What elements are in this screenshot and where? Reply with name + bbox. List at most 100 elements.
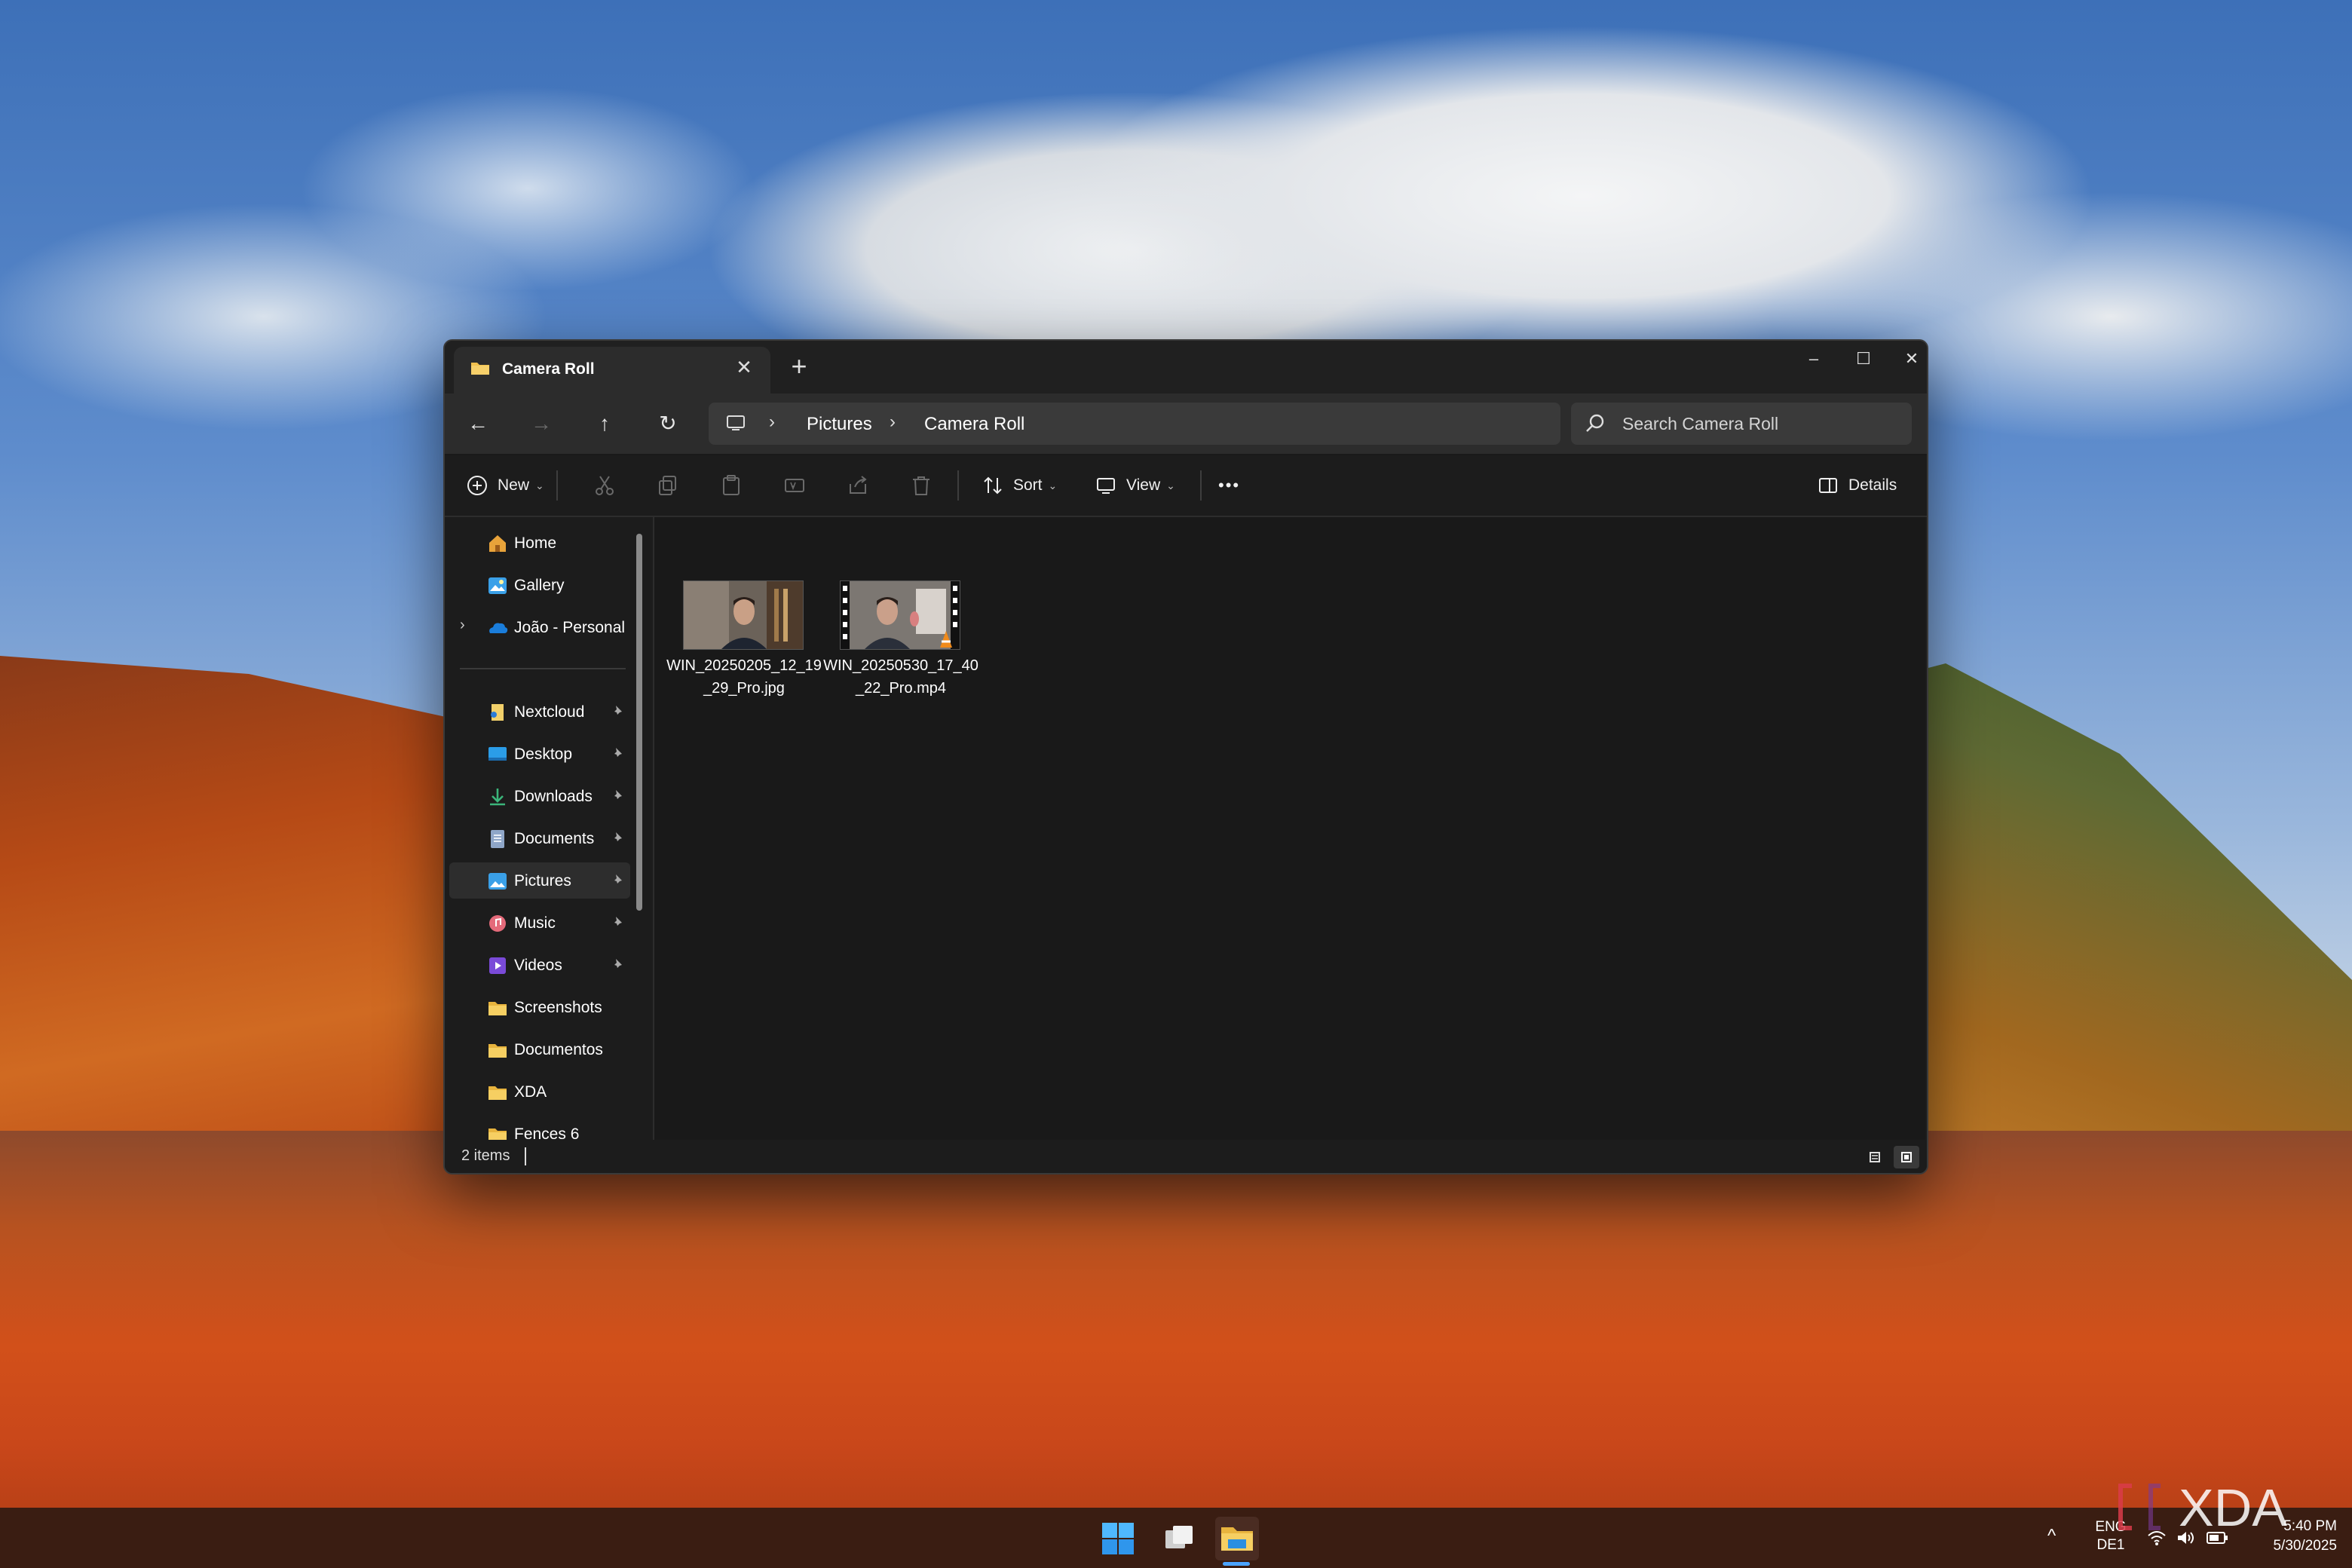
sidebar-item-documents[interactable]: Documents [449, 820, 630, 856]
watermark-text: XDA [2179, 1478, 2287, 1537]
sidebar-item-documentos[interactable]: Documentos [449, 1031, 630, 1067]
sidebar-item-fences[interactable]: Fences 6 [449, 1116, 630, 1140]
sidebar-item-music[interactable]: Music [449, 905, 630, 941]
details-button[interactable]: Details [1817, 469, 1897, 502]
sidebar-item-screenshots[interactable]: Screenshots [449, 989, 630, 1025]
command-bar: New ⌄ Sort ⌄ View ⌄ ••• Details [445, 455, 1927, 517]
up-button[interactable]: ↑ [588, 407, 621, 440]
sidebar-item-label: Downloads [514, 788, 593, 805]
sidebar-item-videos[interactable]: Videos [449, 947, 630, 983]
tab-title: Camera Roll [502, 360, 595, 378]
title-bar[interactable]: Camera Roll ✕ + – ☐ ✕ [445, 341, 1927, 394]
sidebar-item-label: Videos [514, 957, 562, 974]
chevron-right-icon[interactable]: › [460, 617, 465, 634]
sort-button[interactable]: Sort ⌄ [982, 469, 1057, 502]
cut-icon[interactable] [593, 473, 617, 498]
item-count: 2 items [461, 1147, 510, 1164]
sidebar-item-nextcloud[interactable]: Nextcloud [449, 694, 630, 730]
forward-button[interactable]: → [525, 407, 558, 440]
image-thumbnail [683, 580, 804, 650]
file-explorer-taskbar-icon[interactable] [1215, 1517, 1259, 1560]
folder-icon [471, 363, 489, 375]
this-pc-icon [727, 415, 745, 430]
file-name: WIN_20250530_17_40_22_Pro.mp4 [823, 657, 978, 697]
home-icon [489, 535, 506, 552]
sidebar-item-label: Pictures [514, 872, 571, 890]
sidebar-scrollbar[interactable] [636, 534, 642, 911]
sidebar-item-desktop[interactable]: Desktop [449, 736, 630, 772]
music-icon [489, 915, 506, 932]
delete-icon[interactable] [909, 473, 933, 498]
keyboard-layout: DE1 [2096, 1537, 2125, 1553]
more-options-button[interactable]: ••• [1218, 469, 1240, 502]
new-tab-button[interactable]: + [784, 351, 814, 381]
sidebar-item-pictures[interactable]: Pictures [449, 862, 630, 899]
copy-icon[interactable] [656, 473, 680, 498]
new-plus-icon [467, 476, 487, 495]
pin-icon[interactable] [611, 873, 626, 888]
sidebar-divider [460, 668, 626, 669]
search-placeholder: Search Camera Roll [1622, 414, 1779, 433]
task-view-icon[interactable] [1156, 1517, 1200, 1560]
sidebar-item-label: Fences 6 [514, 1125, 580, 1140]
search-icon [1586, 414, 1604, 432]
text-cursor [525, 1147, 526, 1165]
sort-label: Sort [1013, 476, 1043, 494]
refresh-button[interactable]: ↻ [651, 407, 684, 440]
active-app-indicator [1223, 1562, 1250, 1566]
navigation-pane: Home Gallery › João - Personal Nextcloud [445, 517, 654, 1140]
tab-close-button[interactable]: ✕ [733, 356, 755, 378]
wallpaper-ground [0, 1131, 2352, 1508]
file-item-jpg[interactable]: WIN_20250205_12_19_29_Pro.jpg [665, 580, 822, 724]
clock-date: 5/30/2025 [2273, 1538, 2337, 1554]
onedrive-icon [489, 623, 508, 633]
pin-icon[interactable] [611, 789, 626, 804]
sidebar-item-downloads[interactable]: Downloads [449, 778, 630, 814]
file-item-mp4[interactable]: WIN_20250530_17_40_22_Pro.mp4 [822, 580, 978, 724]
paste-icon[interactable] [719, 473, 743, 498]
view-button[interactable]: View ⌄ [1095, 469, 1175, 502]
documents-icon [491, 830, 504, 848]
tab-camera-roll[interactable]: Camera Roll ✕ [454, 347, 770, 394]
file-explorer-window: Camera Roll ✕ + – ☐ ✕ ← → ↑ ↻ › Pictures… [443, 339, 1928, 1174]
back-button[interactable]: ← [461, 407, 495, 440]
details-pane-icon [1819, 478, 1837, 493]
thumbnails-view-icon[interactable] [1894, 1146, 1919, 1168]
sidebar-item-label: João - Personal [514, 619, 626, 636]
address-bar[interactable]: › Pictures › Camera Roll [709, 403, 1560, 445]
sort-icon [984, 476, 1002, 495]
chevron-down-icon: ⌄ [535, 479, 544, 492]
pin-icon[interactable] [611, 957, 626, 972]
new-button[interactable]: New ⌄ [466, 469, 544, 502]
pin-icon[interactable] [611, 831, 626, 846]
sidebar-item-label: Nextcloud [514, 703, 585, 721]
details-view-icon[interactable] [1862, 1146, 1888, 1168]
breadcrumb-separator: › [769, 412, 775, 432]
search-box[interactable]: Search Camera Roll [1571, 403, 1912, 445]
breadcrumb-camera-roll[interactable]: Camera Roll [924, 414, 1024, 435]
breadcrumb-separator: › [890, 412, 896, 432]
rename-icon[interactable] [782, 473, 807, 498]
breadcrumb-pictures[interactable]: Pictures [807, 414, 872, 435]
pictures-icon [488, 873, 507, 890]
windows-start-icon[interactable] [1096, 1517, 1140, 1560]
show-hidden-icons-button[interactable]: ^ [2047, 1526, 2056, 1547]
pin-icon[interactable] [611, 704, 626, 719]
details-label: Details [1848, 476, 1897, 494]
sidebar-item-onedrive-personal[interactable]: › João - Personal [449, 609, 630, 645]
videos-icon [489, 957, 506, 974]
sidebar-item-xda[interactable]: XDA [449, 1073, 630, 1110]
pin-icon[interactable] [611, 915, 626, 930]
view-label: View [1126, 476, 1161, 494]
pin-icon[interactable] [611, 746, 626, 761]
share-icon[interactable] [846, 473, 870, 498]
sidebar-item-label: Music [514, 914, 556, 932]
gallery-icon [488, 577, 507, 594]
sidebar-item-home[interactable]: Home [449, 525, 630, 561]
desktop-icon [488, 747, 507, 761]
chevron-down-icon: ⌄ [1166, 479, 1175, 492]
sidebar-item-gallery[interactable]: Gallery [449, 567, 630, 603]
close-button[interactable]: ✕ [1882, 341, 1927, 377]
downloads-icon [490, 789, 505, 806]
sidebar-item-label: Documents [514, 830, 595, 847]
